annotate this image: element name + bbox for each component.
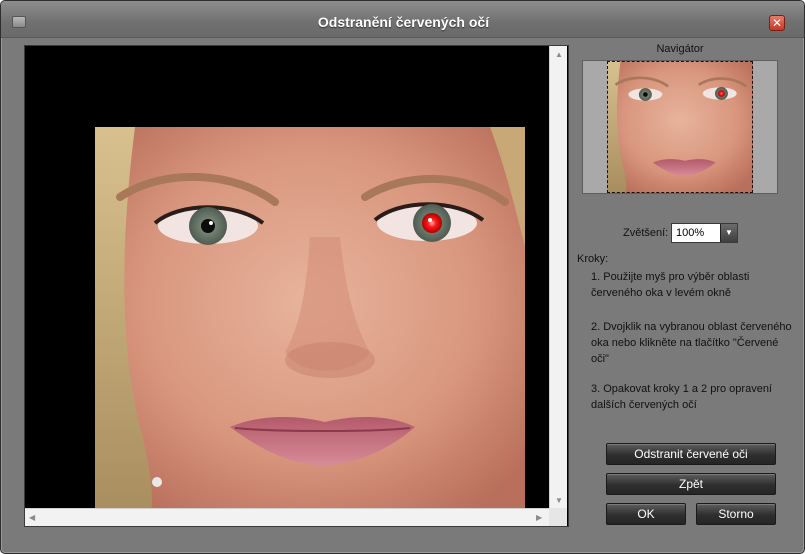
back-button[interactable]: Zpět [606,473,776,495]
zoom-value: 100% [676,227,705,239]
red-eye-dialog: Odstranění červených očí ✕ ▲ ▼ ◀ ▶ Navig… [0,0,805,554]
window-title: Odstranění červených očí [317,14,490,30]
step-1: 1. Použijte myš pro výběr oblasti červen… [591,271,750,299]
scroll-right-icon[interactable]: ▶ [536,513,542,522]
step-2: 2. Dvojklik na vybranou oblast červeného… [591,321,792,365]
cancel-button[interactable]: Storno [696,503,776,525]
title-bar[interactable]: Odstranění červených očí ✕ [1,1,804,38]
face-photo[interactable] [95,127,525,517]
scroll-corner [549,508,567,526]
scroll-down-icon[interactable]: ▼ [555,496,563,505]
navigator-selection[interactable] [607,61,753,193]
zoom-label: Zvětšení: [623,227,669,239]
vertical-scrollbar[interactable]: ▲ ▼ [549,46,567,509]
navigator-panel[interactable] [582,60,778,194]
ok-button[interactable]: OK [606,503,686,525]
close-button[interactable]: ✕ [769,15,785,31]
steps-label: Kroky: [577,253,609,265]
zoom-select[interactable]: 100% ▼ [671,223,738,243]
close-icon: ✕ [771,16,783,30]
scroll-left-icon[interactable]: ◀ [29,513,35,522]
horizontal-scrollbar[interactable]: ◀ ▶ [25,508,549,526]
remove-red-eye-button[interactable]: Odstranit červené oči [606,443,776,465]
step-3: 3. Opakovat kroky 1 a 2 pro opravení dal… [591,383,772,411]
navigator-label: Navigátor [656,43,704,55]
image-viewport[interactable] [24,45,569,527]
scroll-up-icon[interactable]: ▲ [555,50,563,59]
chevron-down-icon[interactable]: ▼ [720,224,737,242]
